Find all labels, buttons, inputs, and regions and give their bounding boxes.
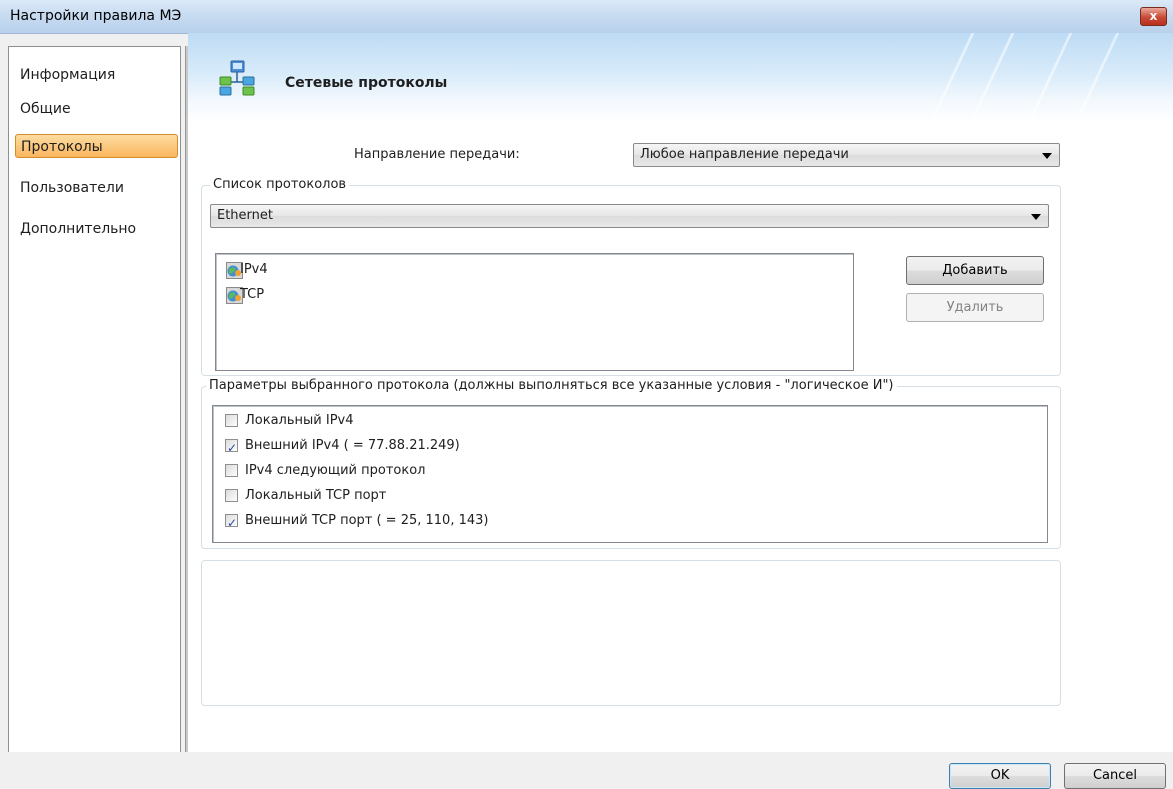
close-icon: x	[1149, 9, 1158, 23]
parameters-legend: Параметры выбранного протокола (должны в…	[206, 378, 897, 393]
chevron-down-icon	[1042, 153, 1052, 159]
param-label: Внешний TCP порт ( = 25, 110, 143)	[245, 513, 489, 528]
sidebar-nav: Информация Общие Протоколы Пользователи …	[8, 46, 181, 764]
sidebar-item-general[interactable]: Общие	[10, 97, 177, 121]
param-label: Локальный TCP порт	[245, 488, 387, 503]
param-checkbox[interactable]	[225, 464, 238, 477]
window-title: Настройки правила МЭ	[10, 8, 182, 24]
param-label: Локальный IPv4	[245, 413, 354, 428]
settings-panel: Сетевые протоколы Направление передачи: …	[188, 33, 1173, 752]
param-label: IPv4 следующий протокол	[245, 463, 426, 478]
protocols-legend: Список протоколов	[210, 177, 350, 192]
button-bar: OK Cancel	[0, 752, 1173, 789]
param-checkbox[interactable]	[225, 489, 238, 502]
page-title: Сетевые протоколы	[285, 75, 448, 91]
param-checkbox[interactable]	[225, 414, 238, 427]
protocol-layer-select[interactable]: Ethernet	[210, 204, 1049, 228]
header-banner: Сетевые протоколы	[188, 33, 1173, 123]
ok-button[interactable]: OK	[949, 763, 1051, 789]
checkmark-icon: ✓	[227, 516, 238, 530]
sidebar-item-info[interactable]: Информация	[10, 63, 177, 87]
direction-label: Направление передачи:	[354, 147, 520, 162]
list-item-label: TCP	[240, 287, 265, 302]
protocol-list[interactable]: IPv4 TCP	[215, 253, 854, 371]
network-icon	[219, 60, 255, 96]
cancel-button[interactable]: Cancel	[1064, 763, 1166, 789]
checkmark-icon: ✓	[227, 441, 238, 455]
sidebar-item-protocols[interactable]: Протоколы	[15, 134, 178, 158]
chevron-down-icon	[1031, 214, 1041, 220]
close-button[interactable]: x	[1140, 7, 1167, 26]
protocol-layer-value: Ethernet	[217, 208, 273, 223]
sidebar-item-users[interactable]: Пользователи	[10, 176, 177, 200]
param-label: Внешний IPv4 ( = 77.88.21.249)	[245, 438, 460, 453]
list-item-label: IPv4	[240, 262, 268, 277]
param-checkbox[interactable]: ✓	[225, 439, 238, 455]
description-area	[201, 560, 1061, 706]
remove-protocol-button[interactable]: Удалить	[906, 293, 1044, 322]
direction-value: Любое направление передачи	[640, 147, 849, 162]
parameters-list[interactable]: Локальный IPv4 ✓ Внешний IPv4 ( = 77.88.…	[212, 405, 1048, 543]
direction-select[interactable]: Любое направление передачи	[633, 143, 1060, 167]
param-checkbox[interactable]: ✓	[225, 514, 238, 530]
title-bar: Настройки правила МЭ x	[0, 0, 1173, 34]
add-protocol-button[interactable]: Добавить	[906, 256, 1044, 285]
sidebar-item-advanced[interactable]: Дополнительно	[10, 217, 177, 241]
